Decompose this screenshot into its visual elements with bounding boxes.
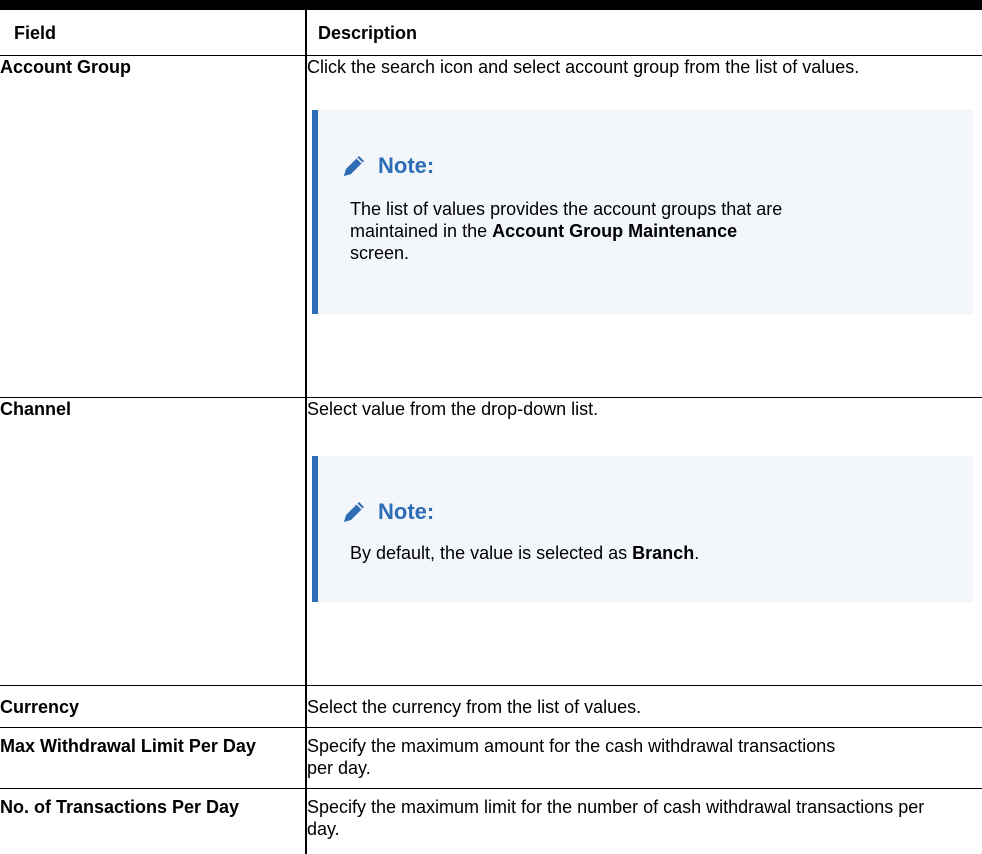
table-row: Account Group Click the search icon and … xyxy=(0,55,982,398)
pencil-icon xyxy=(340,498,368,526)
field-description: Select the currency from the list of val… xyxy=(306,685,982,728)
note-title: Note: xyxy=(378,498,435,524)
note-box: Note: The list of values provides the ac… xyxy=(312,109,973,314)
table-row: Currency Select the currency from the li… xyxy=(0,685,982,728)
table-row: Max Withdrawal Limit Per Day Specify the… xyxy=(0,727,982,789)
field-name: No. of Transactions Per Day xyxy=(0,788,307,854)
note-bold-text: Branch xyxy=(632,542,695,563)
field-name: Account Group xyxy=(0,55,307,398)
note-bold-text: Account Group Maintenance xyxy=(492,220,738,241)
document-page: Field Description Account Group Click th… xyxy=(0,0,982,854)
pencil-icon xyxy=(340,152,368,180)
table-row: Channel Select value from the drop-down … xyxy=(0,397,982,686)
field-description-cell: Select value from the drop-down list. No… xyxy=(306,397,982,686)
header-field: Field xyxy=(0,0,307,56)
field-description: Specify the maximum limit for the number… xyxy=(307,796,925,839)
field-description: Click the search icon and select account… xyxy=(307,56,860,77)
field-name: Max Withdrawal Limit Per Day xyxy=(0,727,307,789)
table-header-row: Field Description xyxy=(0,0,982,56)
note-text: By default, the value is selected as Bra… xyxy=(350,542,973,564)
field-name: Channel xyxy=(0,397,307,686)
note-title: Note: xyxy=(378,152,435,178)
note-title-row: Note: xyxy=(318,152,973,180)
field-name: Currency xyxy=(0,685,307,728)
note-text: The list of values provides the account … xyxy=(350,198,790,264)
field-description-table: Field Description Account Group Click th… xyxy=(0,0,982,854)
note-box: Note: By default, the value is selected … xyxy=(312,455,973,602)
note-text-part: . xyxy=(694,542,700,563)
note-title-row: Note: xyxy=(318,498,973,526)
table-row: No. of Transactions Per Day Specify the … xyxy=(0,788,982,854)
field-description: Specify the maximum amount for the cash … xyxy=(306,727,982,789)
note-text-part: screen. xyxy=(350,242,410,263)
note-text-part: By default, the value is selected as xyxy=(350,542,633,563)
header-description: Description xyxy=(306,0,982,56)
field-description-cell: Click the search icon and select account… xyxy=(306,55,982,398)
field-description: Select value from the drop-down list. xyxy=(307,398,599,419)
